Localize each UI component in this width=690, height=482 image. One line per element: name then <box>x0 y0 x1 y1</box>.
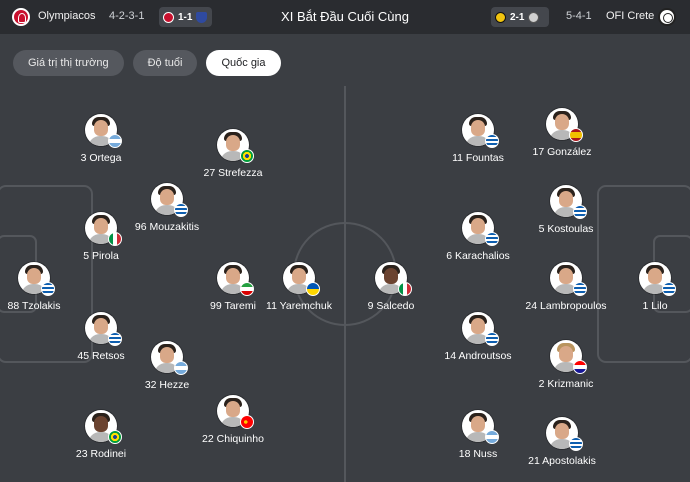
tab-nationality[interactable]: Quốc gia <box>206 50 281 76</box>
away-last-match[interactable]: 2-1 <box>491 7 549 27</box>
greece-flag-icon <box>485 332 499 346</box>
pitch: 3 Ortega 27 Strefezza 96 Mouzakitis 5 Pi… <box>0 86 690 482</box>
argentina-flag-icon <box>485 430 499 444</box>
greece-flag-icon <box>662 282 676 296</box>
greece-flag-icon <box>569 437 583 451</box>
player-name: 5 Pirola <box>83 250 119 262</box>
player-ortega[interactable]: 3 Ortega <box>46 114 156 164</box>
player-chiquinho[interactable]: 22 Chiquinho <box>178 395 288 445</box>
portugal-flag-icon <box>240 415 254 429</box>
spain-flag-icon <box>569 128 583 142</box>
player-name: 32 Hezze <box>144 379 190 391</box>
brazil-flag-icon <box>108 430 122 444</box>
player-salcedo[interactable]: 9 Salcedo <box>336 262 446 312</box>
player-gonzalez[interactable]: 17 González <box>507 108 617 158</box>
ukraine-flag-icon <box>306 282 320 296</box>
opponent-mini-logo <box>495 11 506 23</box>
tab-age[interactable]: Độ tuổi <box>132 50 198 76</box>
italy-flag-icon <box>108 232 122 246</box>
match-header: Olympiacos 4-2-3-1 1-1 XI Bắt Đầu Cuối C… <box>0 0 690 34</box>
player-name: 88 Tzolakis <box>7 300 61 312</box>
player-rodinei[interactable]: 23 Rodinei <box>46 410 156 460</box>
player-name: 1 Lilo <box>642 300 668 312</box>
player-name: 17 González <box>532 146 592 158</box>
player-karachalios[interactable]: 6 Karachalios <box>423 212 533 262</box>
view-tabs: Giá trị thị trường Độ tuổi Quốc gia <box>13 50 281 76</box>
ofi-crete-logo[interactable] <box>658 8 676 26</box>
player-name: 2 Krizmanic <box>538 378 594 390</box>
away-last-score: 2-1 <box>510 11 525 23</box>
croatia-flag-icon <box>573 360 587 374</box>
player-lilo[interactable]: 1 Lilo <box>600 262 690 312</box>
greece-flag-icon <box>573 205 587 219</box>
player-name: 3 Ortega <box>80 152 122 164</box>
player-tzolakis[interactable]: 88 Tzolakis <box>0 262 89 312</box>
player-name: 9 Salcedo <box>367 300 415 312</box>
player-hezze[interactable]: 32 Hezze <box>112 341 222 391</box>
greece-flag-icon <box>485 134 499 148</box>
player-name: 21 Apostolakis <box>528 455 596 467</box>
greece-flag-icon <box>485 232 499 246</box>
greece-flag-icon <box>573 282 587 296</box>
player-name: 23 Rodinei <box>75 448 127 460</box>
player-name: 22 Chiquinho <box>202 433 264 445</box>
away-formation: 5-4-1 <box>566 10 592 22</box>
argentina-flag-icon <box>174 361 188 375</box>
ofi-mini-logo <box>528 11 540 23</box>
italy-flag-icon <box>398 282 412 296</box>
player-pirola[interactable]: 5 Pirola <box>46 212 156 262</box>
player-strefezza[interactable]: 27 Strefezza <box>178 129 288 179</box>
brazil-flag-icon <box>240 149 254 163</box>
player-apostolakis[interactable]: 21 Apostolakis <box>507 417 617 467</box>
player-name: 27 Strefezza <box>203 167 263 179</box>
greece-flag-icon <box>174 203 188 217</box>
away-team-name[interactable]: OFI Crete <box>606 10 654 22</box>
tab-market-value[interactable]: Giá trị thị trường <box>13 50 124 76</box>
player-krizmanic[interactable]: 2 Krizmanic <box>511 340 621 390</box>
player-name: 6 Karachalios <box>446 250 510 262</box>
greece-flag-icon <box>41 282 55 296</box>
argentina-flag-icon <box>108 134 122 148</box>
